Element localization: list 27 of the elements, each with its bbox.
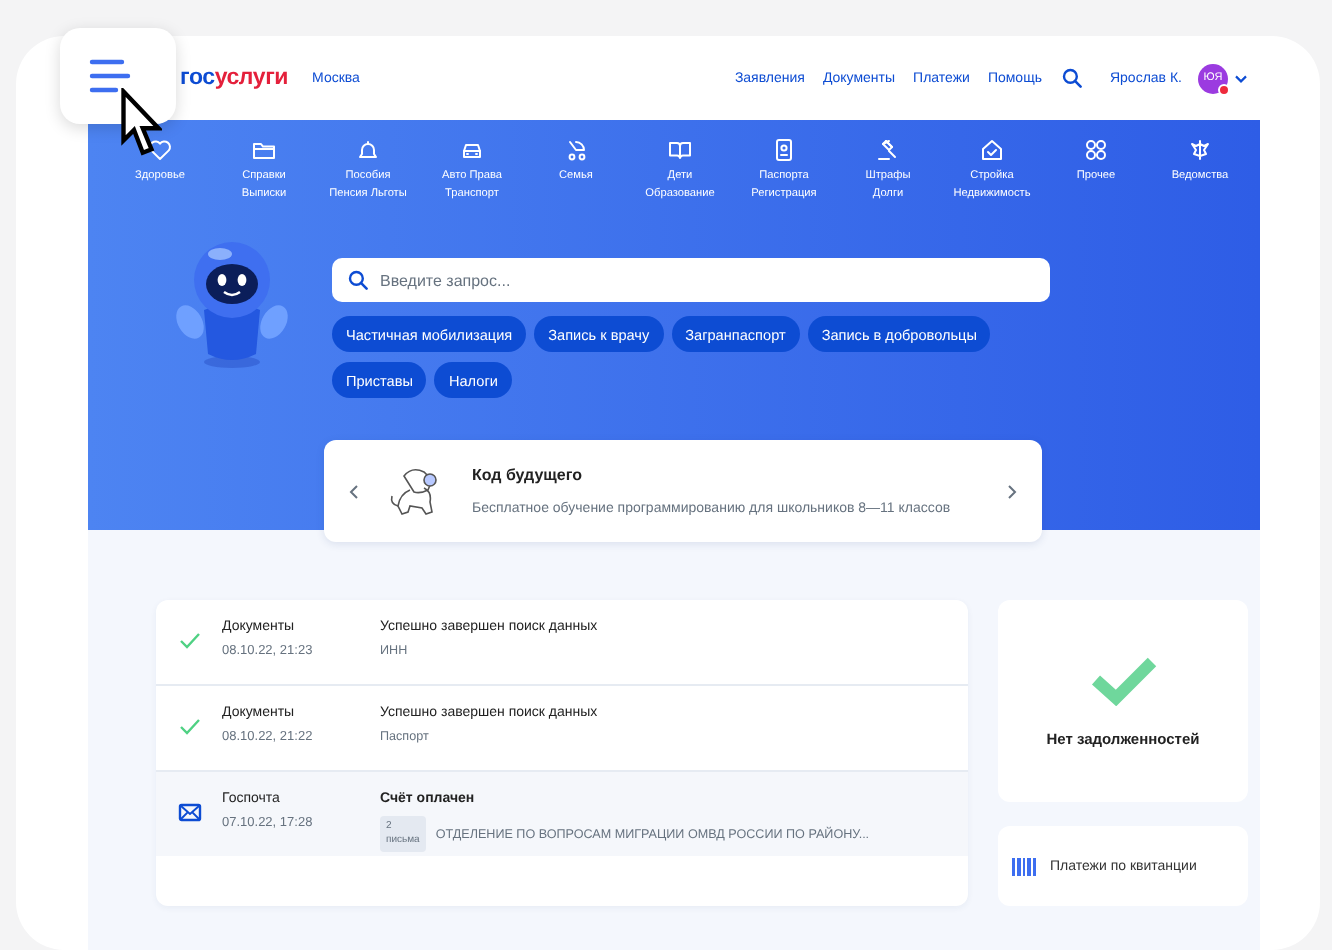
search-field[interactable]: Введите запрос... xyxy=(332,258,1050,302)
caret-icon[interactable] xyxy=(1234,73,1248,83)
logo-text[interactable]: госуслуги xyxy=(180,66,289,90)
check-icon xyxy=(1089,654,1157,706)
check-icon xyxy=(178,714,202,738)
mouse-pointer-icon xyxy=(120,88,162,158)
house-icon[interactable] xyxy=(980,138,1004,162)
bell-icon[interactable] xyxy=(356,138,380,162)
menu-button[interactable] xyxy=(60,28,176,124)
promo-title: Код будущего xyxy=(472,466,584,484)
envelope-icon xyxy=(178,800,202,824)
menu-icon xyxy=(88,58,132,94)
car-icon[interactable] xyxy=(460,138,484,162)
chevron-left-icon[interactable] xyxy=(348,483,360,499)
grid-icon[interactable] xyxy=(1084,138,1108,162)
book-icon[interactable] xyxy=(668,138,692,162)
search-icon xyxy=(348,270,368,290)
eagle-emblem-icon[interactable] xyxy=(1188,138,1212,162)
check-icon xyxy=(178,628,202,652)
barcode-icon xyxy=(1012,857,1038,875)
stroller-icon[interactable] xyxy=(564,138,588,162)
chevron-right-icon[interactable] xyxy=(1006,483,1018,499)
folder-icon[interactable] xyxy=(252,138,276,162)
heart-icon[interactable] xyxy=(148,138,172,162)
search-icon[interactable] xyxy=(1061,68,1082,88)
gavel-icon[interactable] xyxy=(876,138,900,162)
passport-icon[interactable] xyxy=(772,138,796,162)
